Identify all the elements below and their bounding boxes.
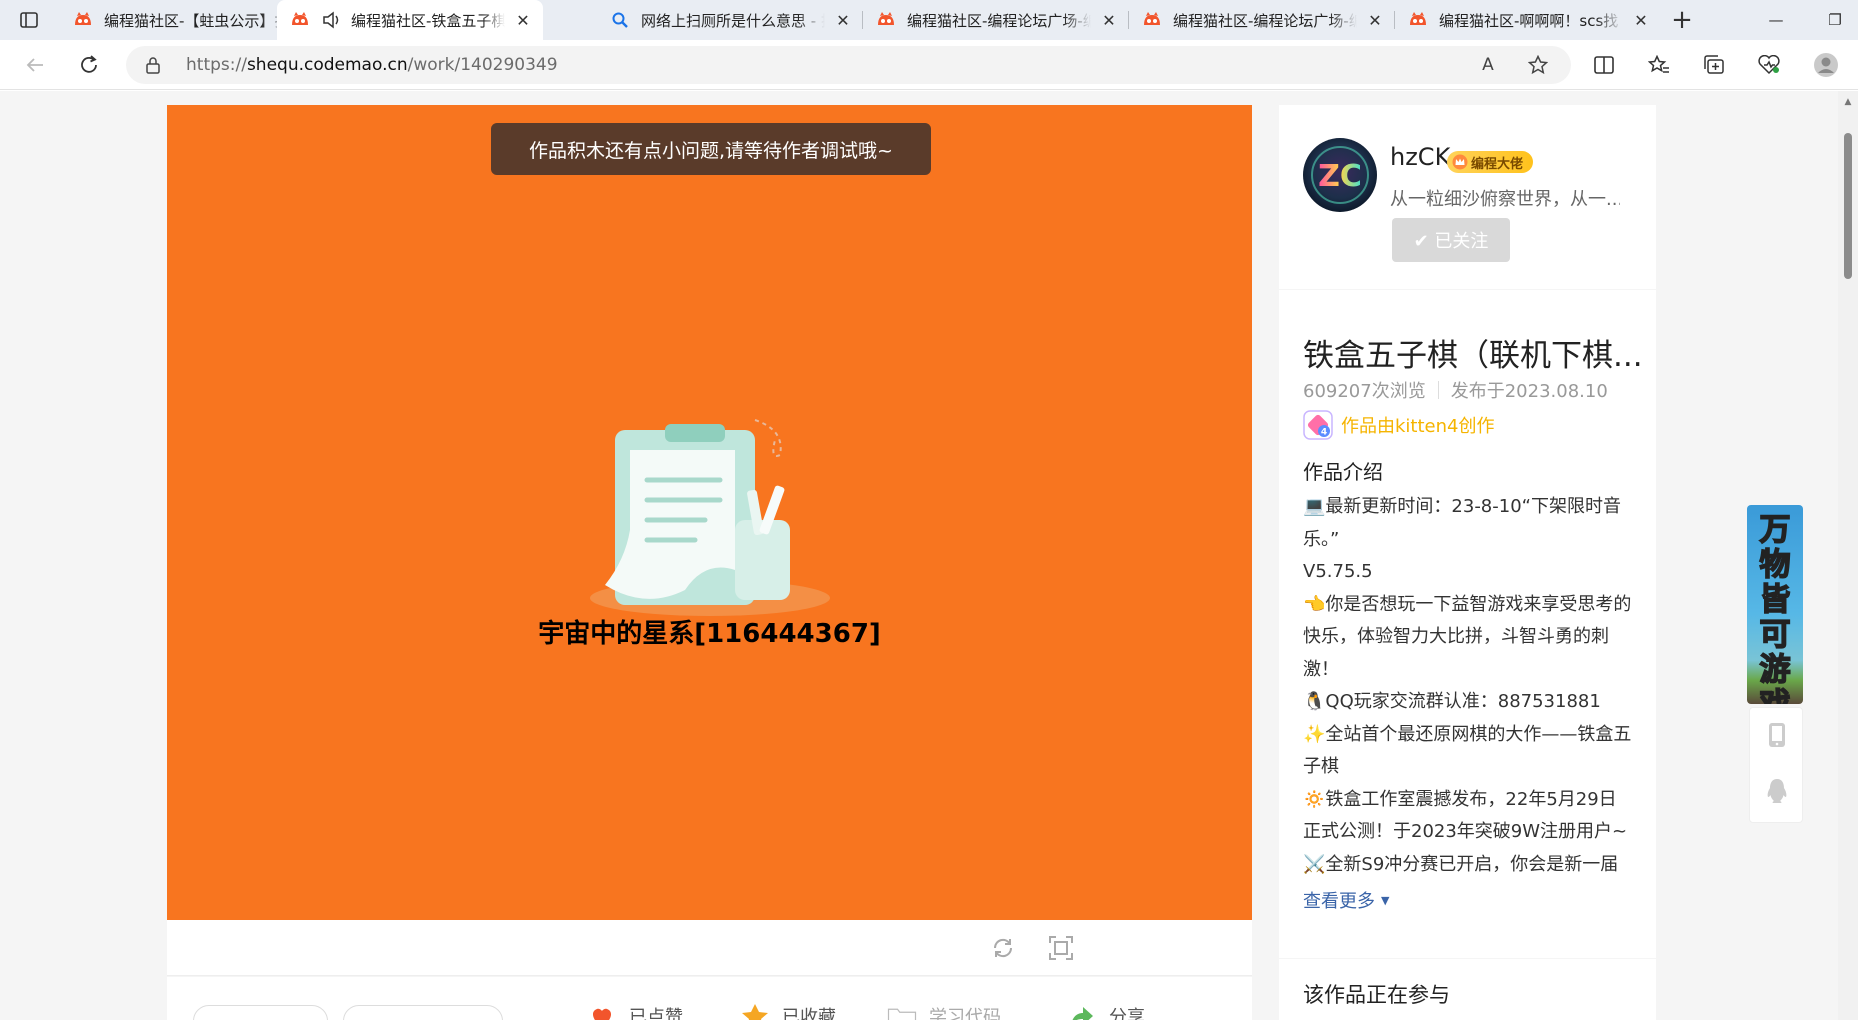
vertical-scrollbar[interactable]: ▲: [1838, 91, 1858, 1020]
browser-tab[interactable]: 编程猫社区-编程论坛广场-编 ✕: [1129, 0, 1395, 40]
floating-side-tools: [1749, 707, 1803, 823]
codemao-favicon-icon: [1141, 9, 1163, 31]
author-name[interactable]: hzCK: [1390, 143, 1450, 171]
intro-line: 🐧QQ玩家交流群认准：887531881: [1303, 691, 1601, 712]
work-caption: 宇宙中的星系[116444367]: [538, 619, 881, 649]
game-ad-banner[interactable]: 万 物 皆 可 游 戏: [1747, 505, 1803, 704]
navigation-bar: https://shequ.codemao.cn/work/140290349 …: [0, 40, 1858, 90]
tab-title: 编程猫社区-铁盒五子棋: [351, 11, 505, 30]
contest-section: 该作品正在参与: [1279, 959, 1656, 1020]
svg-text:ZC: ZC: [1318, 159, 1362, 194]
mobile-phone-icon[interactable]: [1764, 720, 1790, 750]
scroll-up-icon[interactable]: ▲: [1842, 97, 1854, 107]
author-level-badge: 编程大佬: [1447, 151, 1534, 173]
like-button[interactable]: 已点赞: [587, 1003, 683, 1020]
browser-tab-active[interactable]: 编程猫社区-铁盒五子棋 ✕: [277, 0, 543, 40]
favorite-star-icon[interactable]: [1525, 52, 1551, 78]
work-title: 铁盒五子棋（联机下棋...: [1303, 338, 1643, 374]
tab-title: 网络上扫厕所是什么意思 - 搜: [641, 11, 825, 30]
author-description: 从一粒细沙俯察世界，从一...: [1390, 189, 1620, 210]
share-arrow-icon: [1067, 1003, 1097, 1020]
collect-button[interactable]: 已收藏: [740, 1003, 836, 1020]
intro-line: 🔅铁盒工作室震撼发布，22年5月29日正式公测！于2023年突破9W注册用户~: [1303, 788, 1628, 843]
intro-line: 👈你是否想玩一下益智游戏来享受思考的快乐，体验智力大比拼，斗智斗勇的刺激！: [1303, 593, 1632, 680]
browser-tab[interactable]: 网络上扫厕所是什么意思 - 搜 ✕: [597, 0, 863, 40]
view-count: 609207次浏览: [1303, 381, 1426, 402]
refresh-icon[interactable]: [72, 49, 106, 81]
learn-code-button[interactable]: 学习代码: [887, 1003, 1001, 1020]
intro-line: 💻最新更新时间：23-8-10“下架限时音乐。”: [1303, 496, 1621, 550]
codemao-favicon-icon: [289, 9, 311, 31]
publish-date: 发布于2023.08.10: [1450, 381, 1608, 402]
work-info-panel: 铁盒五子棋（联机下棋... 609207次浏览 发布于2023.08.10 4 …: [1279, 290, 1656, 958]
collections-icon[interactable]: [1698, 50, 1730, 80]
intro-line: V5.75.5: [1303, 561, 1373, 582]
report-button[interactable]: [193, 1005, 328, 1020]
qq-penguin-icon[interactable]: [1764, 776, 1790, 806]
codemao-favicon-icon: [875, 9, 897, 31]
kitten4-icon: 4: [1303, 410, 1333, 440]
codemao-favicon-icon: [1407, 9, 1429, 31]
url-text[interactable]: https://shequ.codemao.cn/work/140290349: [186, 55, 558, 75]
author-card: ZC hzCK 编程大佬 从一粒细沙俯察世界，从一... ✔ 已关注: [1279, 105, 1656, 289]
lock-icon[interactable]: [146, 56, 160, 78]
remix-button[interactable]: [343, 1005, 503, 1020]
see-more-link[interactable]: 查看更多 ▼: [1303, 887, 1389, 913]
tab-title: 编程猫社区-啊啊啊！scs找: [1439, 11, 1619, 30]
restore-button[interactable]: ❐: [1812, 0, 1858, 40]
player-controls: [167, 920, 1252, 976]
collect-star-icon: [740, 1003, 770, 1020]
contest-heading: 该作品正在参与: [1303, 983, 1450, 1007]
codemao-favicon-icon: [72, 9, 94, 31]
intro-heading: 作品介绍: [1303, 460, 1383, 484]
close-icon[interactable]: ✕: [513, 10, 533, 30]
close-icon[interactable]: ✕: [1099, 10, 1119, 30]
tab-title: 编程猫社区-编程论坛广场-编: [1173, 11, 1357, 30]
work-meta: 609207次浏览 发布于2023.08.10: [1303, 377, 1608, 403]
clipboard-illustration-icon: [585, 410, 835, 620]
fullscreen-icon[interactable]: [1045, 932, 1077, 964]
made-with-kitten4-link[interactable]: 4 作品由kitten4创作: [1303, 410, 1494, 440]
like-icon: [587, 1003, 617, 1020]
search-favicon-icon: [609, 9, 631, 31]
close-icon[interactable]: ✕: [1631, 10, 1651, 30]
work-action-bar: 已点赞 已收藏 学习代码 分享: [167, 977, 1252, 1020]
sidebar-toggle-icon[interactable]: [14, 8, 44, 32]
code-folder-icon: [887, 1003, 917, 1020]
share-button[interactable]: 分享: [1067, 1003, 1145, 1020]
speaker-icon[interactable]: [321, 9, 343, 31]
browser-tab[interactable]: 编程猫社区-啊啊啊！scs找 ✕: [1395, 0, 1661, 40]
scrollbar-thumb[interactable]: [1844, 133, 1852, 279]
svg-text:4: 4: [1321, 428, 1327, 438]
profile-avatar-icon[interactable]: [1810, 50, 1842, 80]
read-aloud-icon[interactable]: A: [1475, 52, 1501, 78]
browser-tab[interactable]: 编程猫社区-编程论坛广场-编 ✕: [863, 0, 1129, 40]
back-icon[interactable]: [18, 49, 52, 81]
intro-text: 💻最新更新时间：23-8-10“下架限时音乐。” V5.75.5 👈你是否想玩一…: [1303, 491, 1633, 886]
followed-button[interactable]: ✔ 已关注: [1392, 218, 1510, 262]
restart-icon[interactable]: [987, 932, 1019, 964]
close-icon[interactable]: ✕: [833, 10, 853, 30]
tab-title: 编程猫社区-编程论坛广场-编: [907, 11, 1091, 30]
ad-banner-text: 万 物 皆 可 游 戏: [1759, 512, 1792, 704]
intro-line: ✨全站首个最还原网棋的大作——铁盒五子棋: [1303, 723, 1632, 778]
split-screen-icon[interactable]: [1588, 50, 1620, 80]
new-tab-button[interactable]: +: [1665, 4, 1699, 36]
work-player-stage[interactable]: 作品积木还有点小问题,请等待作者调试哦~ 宇宙中的星系[116444367]: [167, 105, 1252, 920]
address-bar[interactable]: https://shequ.codemao.cn/work/140290349 …: [126, 46, 1571, 84]
favorites-icon[interactable]: [1643, 50, 1675, 80]
debug-notice-toast: 作品积木还有点小问题,请等待作者调试哦~: [491, 123, 931, 175]
intro-line: ⚔️全新S9冲分赛已开启，你会是新一届的: [1303, 853, 1619, 875]
tab-strip: 编程猫社区-【蛀虫公示】打 ✕ 编程猫社区-铁盒五子棋 ✕ 网络上扫厕所是什么意…: [0, 0, 1858, 40]
close-icon[interactable]: ✕: [1365, 10, 1385, 30]
browser-essentials-icon[interactable]: [1753, 50, 1785, 80]
minimize-button[interactable]: —: [1753, 0, 1799, 40]
author-avatar[interactable]: ZC: [1303, 138, 1377, 212]
crown-icon: [1452, 154, 1468, 170]
caret-down-icon: ▼: [1381, 893, 1390, 907]
tab-title: 编程猫社区-【蛀虫公示】打: [104, 11, 288, 30]
page-content: 作品积木还有点小问题,请等待作者调试哦~ 宇宙中的星系[116444367] 已…: [0, 91, 1838, 1020]
